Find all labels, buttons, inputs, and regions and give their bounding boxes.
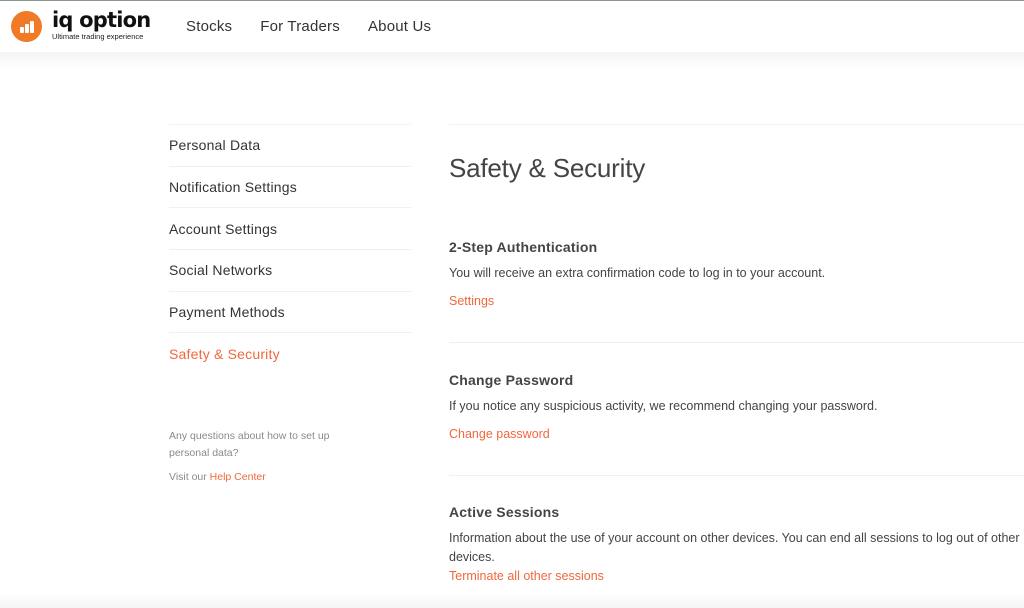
sidebar-item-payment-methods[interactable]: Payment Methods xyxy=(169,292,411,334)
change-password-link[interactable]: Change password xyxy=(449,427,550,441)
logo-wordmark: iq option xyxy=(52,8,151,32)
section-heading: Active Sessions xyxy=(449,504,560,520)
help-question: Any questions about how to set up person… xyxy=(169,430,330,459)
section-heading: 2-Step Authentication xyxy=(449,239,598,255)
section-description: If you notice any suspicious activity, w… xyxy=(449,399,878,413)
nav-item-about-us[interactable]: About Us xyxy=(368,18,431,35)
active-sessions-section: Active Sessions Information about the us… xyxy=(449,504,1024,585)
main-divider xyxy=(449,124,1024,125)
settings-sidebar: Personal Data Notification Settings Acco… xyxy=(169,124,411,375)
help-visit-line: Visit our Help Center xyxy=(169,469,369,486)
section-description: Information about the use of your accoun… xyxy=(449,531,1020,564)
section-description: You will receive an extra confirmation c… xyxy=(449,266,826,280)
help-box: Any questions about how to set up person… xyxy=(169,428,369,486)
logo-tagline: Ultimate trading experience xyxy=(52,32,144,41)
header-shadow xyxy=(0,52,1024,70)
sidebar-item-account-settings[interactable]: Account Settings xyxy=(169,208,411,251)
two-step-settings-link[interactable]: Settings xyxy=(449,294,494,308)
sidebar-item-notification-settings[interactable]: Notification Settings xyxy=(169,167,411,209)
nav-item-for-traders[interactable]: For Traders xyxy=(260,18,340,35)
sidebar-item-personal-data[interactable]: Personal Data xyxy=(169,125,411,167)
logo-chart-icon xyxy=(11,11,42,42)
sidebar-item-social-networks[interactable]: Social Networks xyxy=(169,250,411,292)
help-visit-prefix: Visit our xyxy=(169,471,210,483)
sidebar-item-safety-security[interactable]: Safety & Security xyxy=(169,333,411,375)
nav-item-stocks[interactable]: Stocks xyxy=(186,18,232,35)
page-title: Safety & Security xyxy=(449,153,646,183)
help-center-link[interactable]: Help Center xyxy=(210,471,266,483)
site-header: iq option Ultimate trading experience St… xyxy=(0,1,1024,52)
section-heading: Change Password xyxy=(449,372,574,388)
footer-shadow xyxy=(0,592,1024,608)
two-step-auth-section: 2-Step Authentication You will receive a… xyxy=(449,239,1024,343)
terminate-sessions-link[interactable]: Terminate all other sessions xyxy=(449,569,604,583)
change-password-section: Change Password If you notice any suspic… xyxy=(449,372,1024,476)
main-content: Safety & Security 2-Step Authentication … xyxy=(449,124,1024,583)
main-nav: Stocks For Traders About Us xyxy=(186,18,459,35)
logo[interactable]: iq option Ultimate trading experience xyxy=(11,8,151,42)
